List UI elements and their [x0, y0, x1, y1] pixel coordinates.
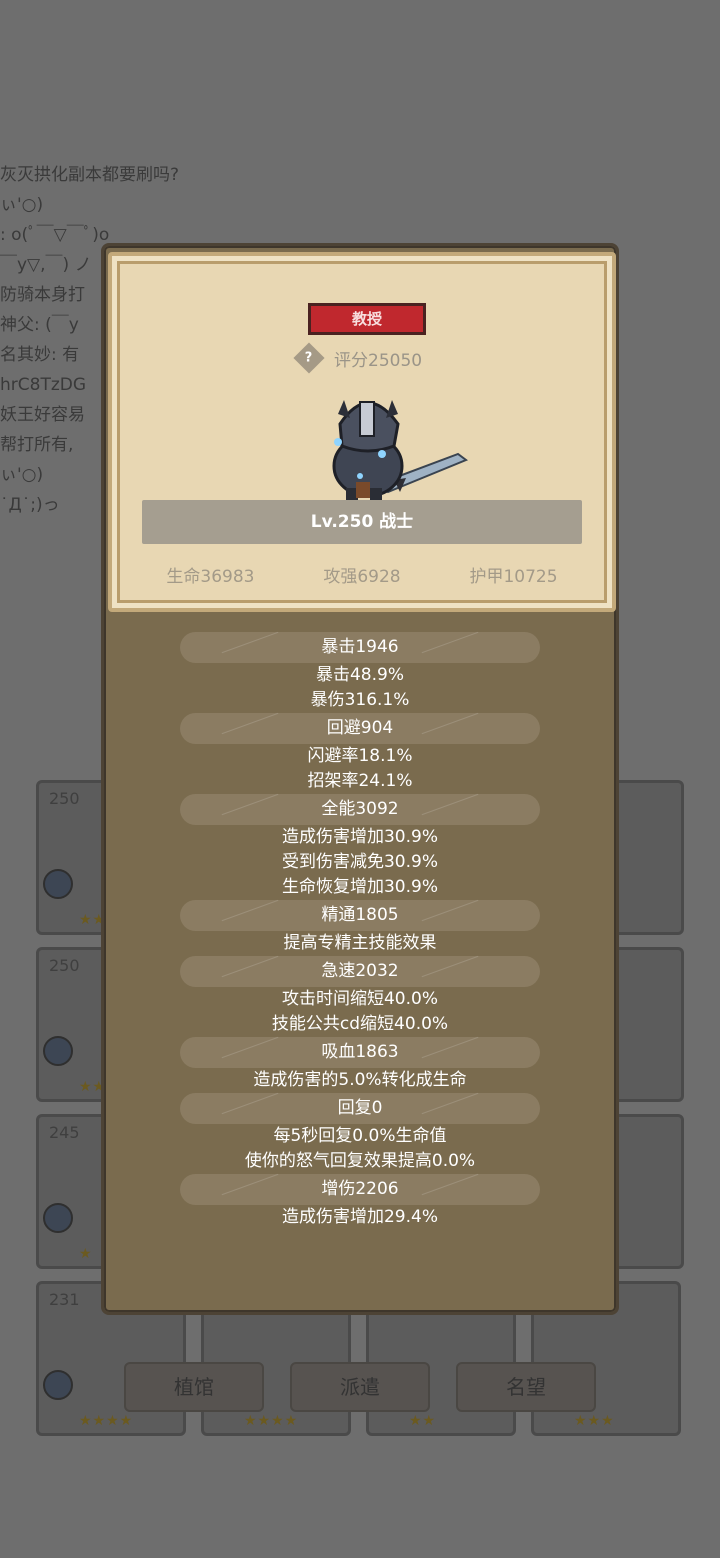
chat-line: 灰灭拱化副本都要刷吗? [0, 165, 180, 185]
attr-header-damage-bonus: 增伤2206 [180, 1174, 540, 1205]
attr-line: 造成伤害的5.0%转化成生命 [253, 1070, 467, 1090]
attr-line: 技能公共cd缩短40.0% [271, 1014, 449, 1034]
tab-dispatch[interactable]: 派遣 [290, 1362, 430, 1412]
gem-icon [43, 1203, 73, 1233]
chat-line: ぃ'○) [0, 195, 44, 215]
attribute-list: 暴击1946 暴击48.9% 暴伤316.1% 回避904 闪避率18.1% 招… [104, 632, 616, 1230]
gem-icon [43, 869, 73, 899]
attr-header-crit: 暴击1946 [180, 632, 540, 663]
card-stars: ★ [79, 1246, 93, 1262]
attr-line: 使你的怒气回复效果提高0.0% [244, 1151, 476, 1171]
hero-name: Lv.250 战士 [142, 500, 582, 544]
hero-card: 教授 ? 评分25050 Lv.250 战士 生命36983 攻强6928 护甲… [108, 252, 616, 612]
card-stars: ★★★ [574, 1413, 615, 1429]
hero-base-stats: 生命36983 攻强6928 护甲10725 [132, 562, 592, 587]
attr-line: 提高专精主技能效果 [283, 933, 437, 953]
card-stars: ★★★★ [244, 1413, 299, 1429]
attr-header-regen: 回复0 [180, 1093, 540, 1124]
gem-icon [43, 1370, 73, 1400]
hero-score: 评分25050 [334, 350, 423, 371]
warrior-character-icon [332, 400, 469, 506]
attr-header-haste: 急速2032 [180, 956, 540, 987]
attr-header-versatility: 全能3092 [180, 794, 540, 825]
attr-line: 闪避率18.1% [307, 746, 413, 766]
hero-detail-dialog: 教授 ? 评分25050 Lv.250 战士 生命36983 攻强6928 护甲… [101, 243, 619, 1315]
attr-header-dodge: 回避904 [180, 713, 540, 744]
card-level: 250 [49, 956, 80, 975]
attr-line: 造成伤害增加29.4% [281, 1207, 438, 1227]
attr-line: 招架率24.1% [307, 771, 413, 791]
hero-title-badge: 教授 [308, 303, 426, 335]
gem-icon [43, 1036, 73, 1066]
attr-line: 攻击时间缩短40.0% [281, 989, 438, 1009]
card-stars: ★★ [409, 1413, 437, 1429]
card-level: 231 [49, 1290, 80, 1309]
attr-line: 受到伤害减免30.9% [281, 852, 438, 872]
help-icon[interactable]: ? [293, 342, 325, 374]
attr-header-lifesteal: 吸血1863 [180, 1037, 540, 1068]
attr-header-mastery: 精通1805 [180, 900, 540, 931]
tab-zhiguan[interactable]: 植馆 [124, 1362, 264, 1412]
attr-line: 暴击48.9% [315, 665, 404, 685]
tab-reputation[interactable]: 名望 [456, 1362, 596, 1412]
attr-line: 造成伤害增加30.9% [281, 827, 438, 847]
card-level: 250 [49, 789, 80, 808]
attr-line: 每5秒回复0.0%生命值 [273, 1126, 447, 1146]
stat-armor: 护甲10725 [469, 567, 558, 587]
card-stars: ★★★★ [79, 1413, 134, 1429]
attr-line: 暴伤316.1% [310, 690, 410, 710]
stat-health: 生命36983 [166, 567, 255, 587]
stat-attack-power: 攻强6928 [323, 567, 401, 587]
card-level: 245 [49, 1123, 80, 1142]
attr-line: 生命恢复增加30.9% [281, 877, 438, 897]
score-row: ? 评分25050 [293, 342, 423, 374]
